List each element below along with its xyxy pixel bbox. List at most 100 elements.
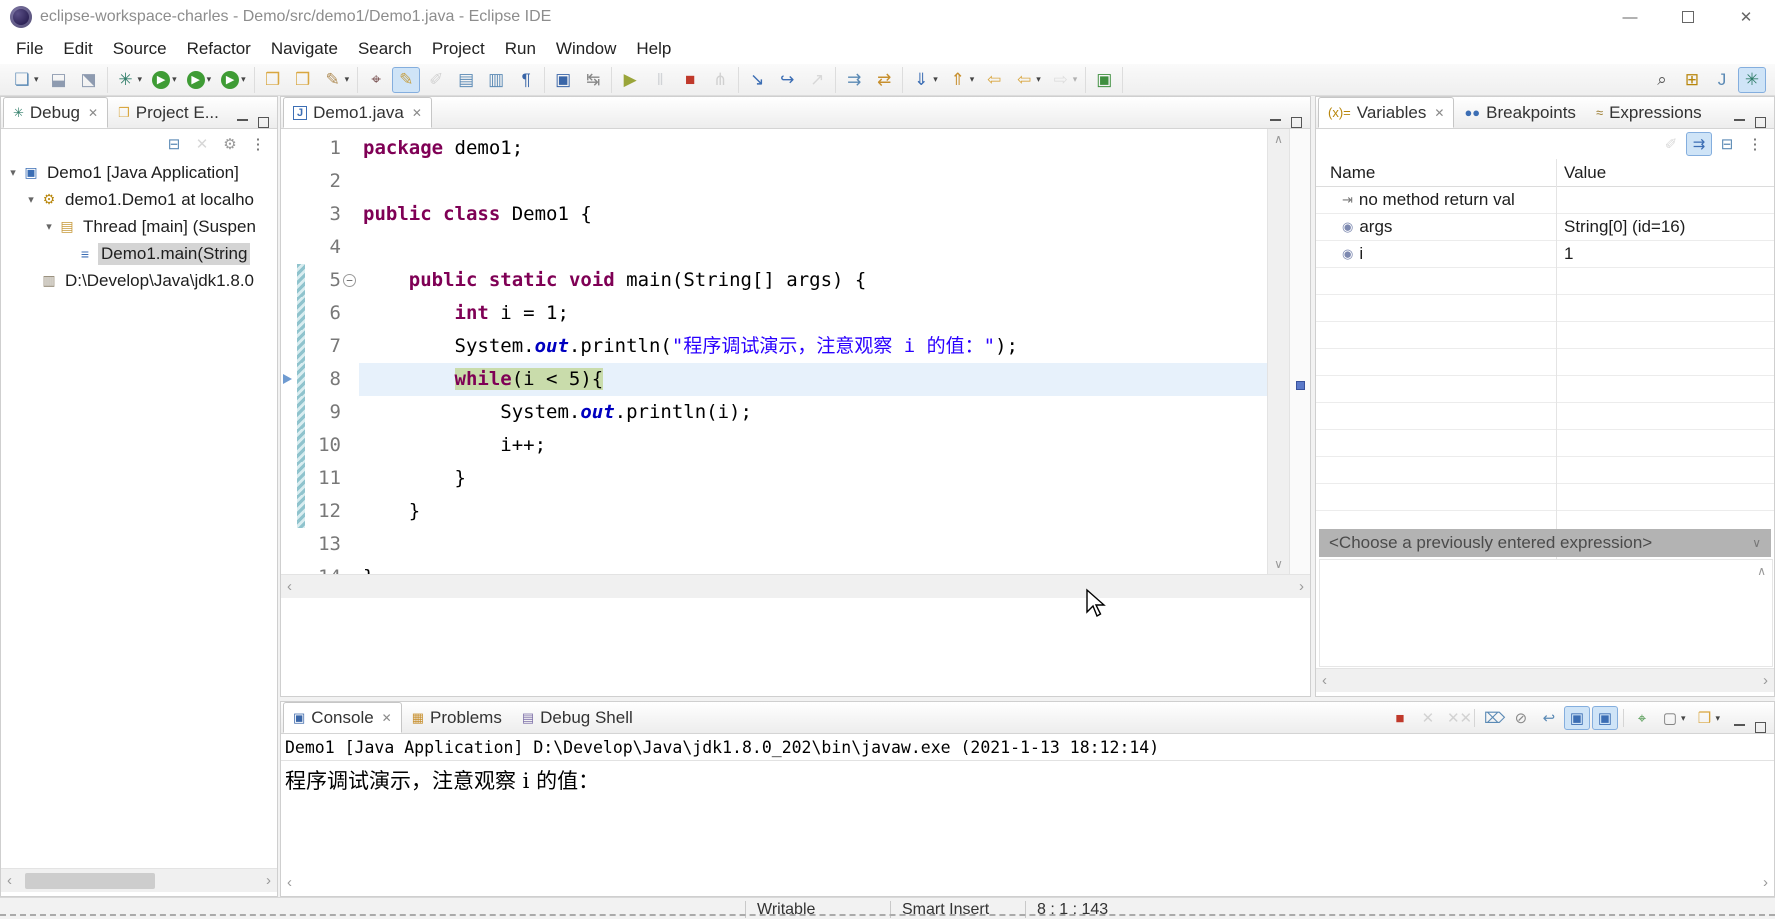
code-line-3[interactable]: 3public class Demo1 {: [281, 198, 1267, 231]
open-perspective-button[interactable]: ⊞: [1678, 67, 1706, 93]
pin-console-button[interactable]: ⌖: [1629, 707, 1655, 730]
column-name[interactable]: Name: [1316, 163, 1556, 183]
code-text[interactable]: public class Demo1 {: [359, 198, 1267, 231]
maximize-button[interactable]: [1659, 0, 1717, 34]
code-line-1[interactable]: 1package demo1;: [281, 132, 1267, 165]
toggle-mark-occurrences-button[interactable]: ✎: [392, 67, 420, 93]
collapse-all-button[interactable]: ⊟: [1714, 132, 1740, 156]
empty-variable-row[interactable]: [1316, 376, 1774, 403]
run-external-tools-button[interactable]: ▶▾: [217, 68, 250, 92]
view-settings-button[interactable]: ⚙: [217, 132, 243, 156]
code-line-4[interactable]: 4: [281, 231, 1267, 264]
close-icon[interactable]: ✕: [1434, 106, 1444, 120]
expand-chevron-icon[interactable]: ▾: [41, 220, 57, 233]
tree-item[interactable]: ▾▤Thread [main] (Suspen: [1, 213, 277, 240]
editor-vscrollbar[interactable]: ∧ ∨: [1267, 129, 1289, 574]
java-perspective-button[interactable]: J: [1708, 67, 1736, 93]
step-return-button[interactable]: ↗: [803, 67, 831, 93]
empty-variable-row[interactable]: [1316, 484, 1774, 511]
breakpoint-gutter[interactable]: [281, 198, 297, 231]
menu-run[interactable]: Run: [495, 36, 546, 62]
maximize-view-icon[interactable]: [1291, 117, 1302, 128]
empty-variable-row[interactable]: [1316, 349, 1774, 376]
close-icon[interactable]: ✕: [382, 711, 392, 725]
scrollbar-thumb[interactable]: [25, 873, 155, 889]
code-text[interactable]: [359, 528, 1267, 561]
console-hscrollbar[interactable]: ‹ ›: [281, 870, 1774, 894]
minimize-view-icon[interactable]: [237, 118, 248, 121]
breakpoint-gutter[interactable]: [281, 561, 297, 574]
collapse-icon[interactable]: −: [343, 274, 356, 287]
menu-source[interactable]: Source: [103, 36, 177, 62]
console-tab-console[interactable]: ▣Console✕: [283, 702, 402, 733]
breakpoint-gutter[interactable]: [281, 330, 297, 363]
debug-tab-debug[interactable]: ✳Debug✕: [3, 97, 108, 128]
quick-access-search-button[interactable]: ⌕: [1648, 67, 1676, 93]
forward-history-dropdown-icon[interactable]: ▾: [1073, 74, 1078, 85]
menu-window[interactable]: Window: [546, 36, 626, 62]
menu-refactor[interactable]: Refactor: [177, 36, 261, 62]
tree-item[interactable]: ▾⚙demo1.Demo1 at localho: [1, 186, 277, 213]
step-over-button[interactable]: ↪: [773, 67, 801, 93]
display-selected-console-button[interactable]: ▢▾: [1657, 706, 1690, 730]
code-line-12[interactable]: 12 }: [281, 495, 1267, 528]
annotate-button[interactable]: ✎▾: [319, 67, 354, 93]
editor-hscrollbar[interactable]: ‹ ›: [281, 574, 1310, 598]
expand-chevron-icon[interactable]: ▾: [23, 193, 39, 206]
view-menu-button[interactable]: ⋮: [1742, 132, 1768, 156]
remove-launch-button[interactable]: ✕: [1415, 706, 1441, 730]
scroll-down-icon[interactable]: ∨: [1274, 557, 1283, 571]
code-text[interactable]: }: [359, 462, 1267, 495]
current-line-marker[interactable]: [1296, 381, 1305, 390]
debug-perspective-button[interactable]: ✳: [1738, 67, 1766, 93]
code-text[interactable]: int i = 1;: [359, 297, 1267, 330]
menu-navigate[interactable]: Navigate: [261, 36, 348, 62]
last-edit-location-button[interactable]: ⇦: [980, 67, 1008, 93]
empty-variable-row[interactable]: [1316, 322, 1774, 349]
debug-dropdown-icon[interactable]: ▾: [138, 74, 143, 85]
empty-variable-row[interactable]: [1316, 268, 1774, 295]
menu-project[interactable]: Project: [422, 36, 495, 62]
close-icon[interactable]: ✕: [88, 106, 98, 120]
code-text[interactable]: [359, 165, 1267, 198]
variable-detail-pane[interactable]: ∧: [1319, 559, 1773, 667]
code-line-14[interactable]: 14}: [281, 561, 1267, 574]
breakpoint-gutter[interactable]: [281, 132, 297, 165]
drop-to-frame-button[interactable]: ⇉: [840, 67, 868, 93]
breakpoint-gutter[interactable]: [281, 429, 297, 462]
run-dropdown-icon[interactable]: ▾: [172, 74, 177, 85]
code-line-11[interactable]: 11 }: [281, 462, 1267, 495]
menu-edit[interactable]: Edit: [53, 36, 102, 62]
fold-control[interactable]: −: [341, 264, 359, 297]
expand-chevron-icon[interactable]: ▾: [5, 166, 21, 179]
overview-ruler[interactable]: [1289, 129, 1310, 574]
back-history-button[interactable]: ⇦▾: [1010, 67, 1045, 93]
breakpoint-gutter[interactable]: [281, 462, 297, 495]
debug-view-hscrollbar[interactable]: ‹ ›: [1, 868, 277, 892]
breakpoint-gutter[interactable]: [281, 264, 297, 297]
search-button[interactable]: ⌖: [362, 67, 390, 93]
minimize-view-icon[interactable]: [1734, 118, 1745, 121]
debug-tab-project-e-[interactable]: ❒Project E...: [108, 97, 229, 128]
chevron-down-icon[interactable]: ∨: [1752, 529, 1761, 557]
open-console-button[interactable]: ❒▾: [1691, 706, 1724, 730]
collapse-all-button[interactable]: ⊟: [161, 132, 187, 156]
show-console-stdout-button[interactable]: ▣: [1564, 706, 1590, 730]
open-resource-button[interactable]: ❒: [289, 67, 317, 93]
code-text[interactable]: System.out.println("程序调试演示，注意观察 i 的值：");: [359, 330, 1267, 363]
console-tab-debug-shell[interactable]: ▤Debug Shell: [512, 702, 643, 733]
maximize-view-icon[interactable]: [1755, 722, 1766, 733]
column-value[interactable]: Value: [1556, 163, 1774, 183]
remove-all-terminated-button[interactable]: ✕: [189, 132, 215, 156]
scroll-right-icon[interactable]: ›: [266, 872, 271, 889]
open-console-button[interactable]: ▣: [549, 67, 577, 93]
code-text[interactable]: package demo1;: [359, 132, 1267, 165]
empty-variable-row[interactable]: [1316, 295, 1774, 322]
scroll-left-icon[interactable]: ‹: [287, 874, 292, 891]
code-line-6[interactable]: 6 int i = 1;: [281, 297, 1267, 330]
tree-item[interactable]: ≡Demo1.main(String: [1, 240, 277, 267]
maximize-view-icon[interactable]: [258, 117, 269, 128]
scroll-left-icon[interactable]: ‹: [287, 578, 292, 595]
code-text[interactable]: System.out.println(i);: [359, 396, 1267, 429]
close-icon[interactable]: ✕: [412, 106, 422, 120]
